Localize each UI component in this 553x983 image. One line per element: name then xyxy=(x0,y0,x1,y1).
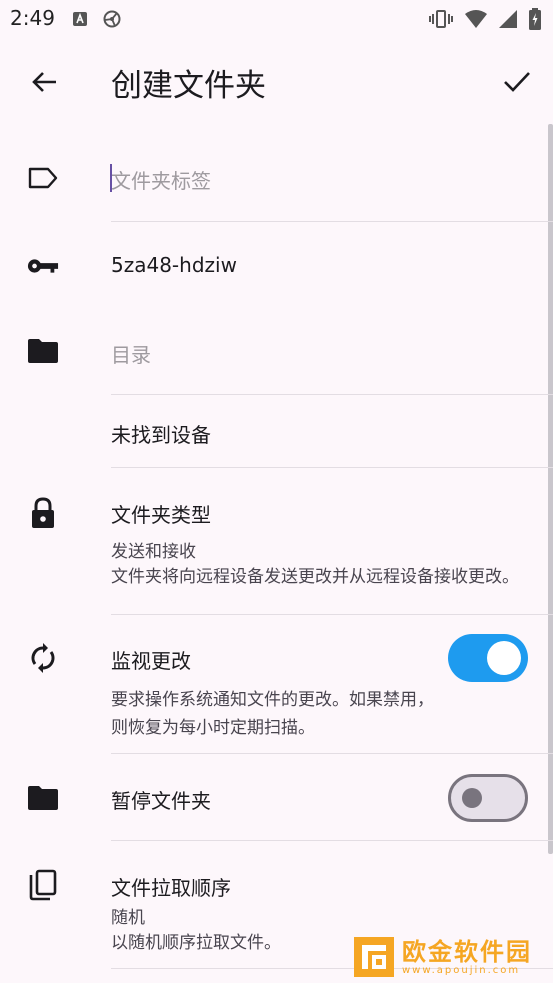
wifi-icon xyxy=(465,10,487,32)
divider xyxy=(111,221,553,222)
scrollbar[interactable] xyxy=(548,124,553,854)
folder-id-field[interactable]: 5za48-hdziw xyxy=(111,253,237,277)
watch-changes-switch[interactable] xyxy=(448,634,528,682)
back-button[interactable] xyxy=(24,62,64,102)
label-icon xyxy=(27,162,59,194)
battery-icon xyxy=(529,8,541,34)
watch-changes-description-line1: 要求操作系统通知文件的更改。如果禁用， xyxy=(111,690,434,710)
folder-label-input[interactable]: 文件夹标签 xyxy=(111,165,211,194)
folder-type-title: 文件夹类型 xyxy=(111,503,211,527)
pull-order-value: 随机 xyxy=(111,908,145,928)
divider xyxy=(111,840,553,841)
status-bar: 2:49 xyxy=(0,0,553,38)
switch-knob xyxy=(462,788,482,808)
watermark: 欧金软件园 www.apoujin.com xyxy=(352,935,548,979)
signal-icon xyxy=(499,10,517,32)
folder-icon xyxy=(27,782,59,814)
copy-icon xyxy=(27,869,59,901)
lock-icon xyxy=(27,497,59,529)
confirm-button[interactable] xyxy=(497,62,537,102)
pull-order-title: 文件拉取顺序 xyxy=(111,876,231,900)
key-icon xyxy=(27,250,59,282)
watermark-text: 欧金软件园 xyxy=(402,937,532,966)
sync-icon xyxy=(27,642,59,674)
pause-folder-switch[interactable] xyxy=(448,774,528,822)
vibrate-icon xyxy=(429,9,453,33)
check-icon xyxy=(504,72,530,92)
watermark-logo-icon xyxy=(352,935,396,979)
status-time: 2:49 xyxy=(10,6,55,30)
divider xyxy=(111,614,553,615)
sync-app-icon xyxy=(102,9,122,33)
divider xyxy=(111,467,553,468)
switch-knob xyxy=(487,641,521,675)
watch-changes-description-line2: 则恢复为每小时定期扫描。 xyxy=(111,718,315,738)
app-bar: 创建文件夹 xyxy=(0,38,553,124)
page-title: 创建文件夹 xyxy=(111,68,266,104)
pause-folder-title: 暂停文件夹 xyxy=(111,789,211,813)
folder-icon xyxy=(27,335,59,367)
watch-changes-title: 监视更改 xyxy=(111,649,191,673)
text-cursor xyxy=(110,164,112,192)
folder-type-value: 发送和接收 xyxy=(111,542,196,562)
text-app-icon xyxy=(72,11,88,31)
no-device-text: 未找到设备 xyxy=(111,423,211,447)
divider xyxy=(111,394,553,395)
directory-field[interactable]: 目录 xyxy=(111,339,151,368)
divider xyxy=(111,753,553,754)
folder-type-description: 文件夹将向远程设备发送更改并从远程设备接收更改。 xyxy=(111,567,519,587)
pull-order-description: 以随机顺序拉取文件。 xyxy=(111,933,281,953)
arrow-back-icon xyxy=(32,72,56,92)
watermark-url: www.apoujin.com xyxy=(402,964,521,976)
